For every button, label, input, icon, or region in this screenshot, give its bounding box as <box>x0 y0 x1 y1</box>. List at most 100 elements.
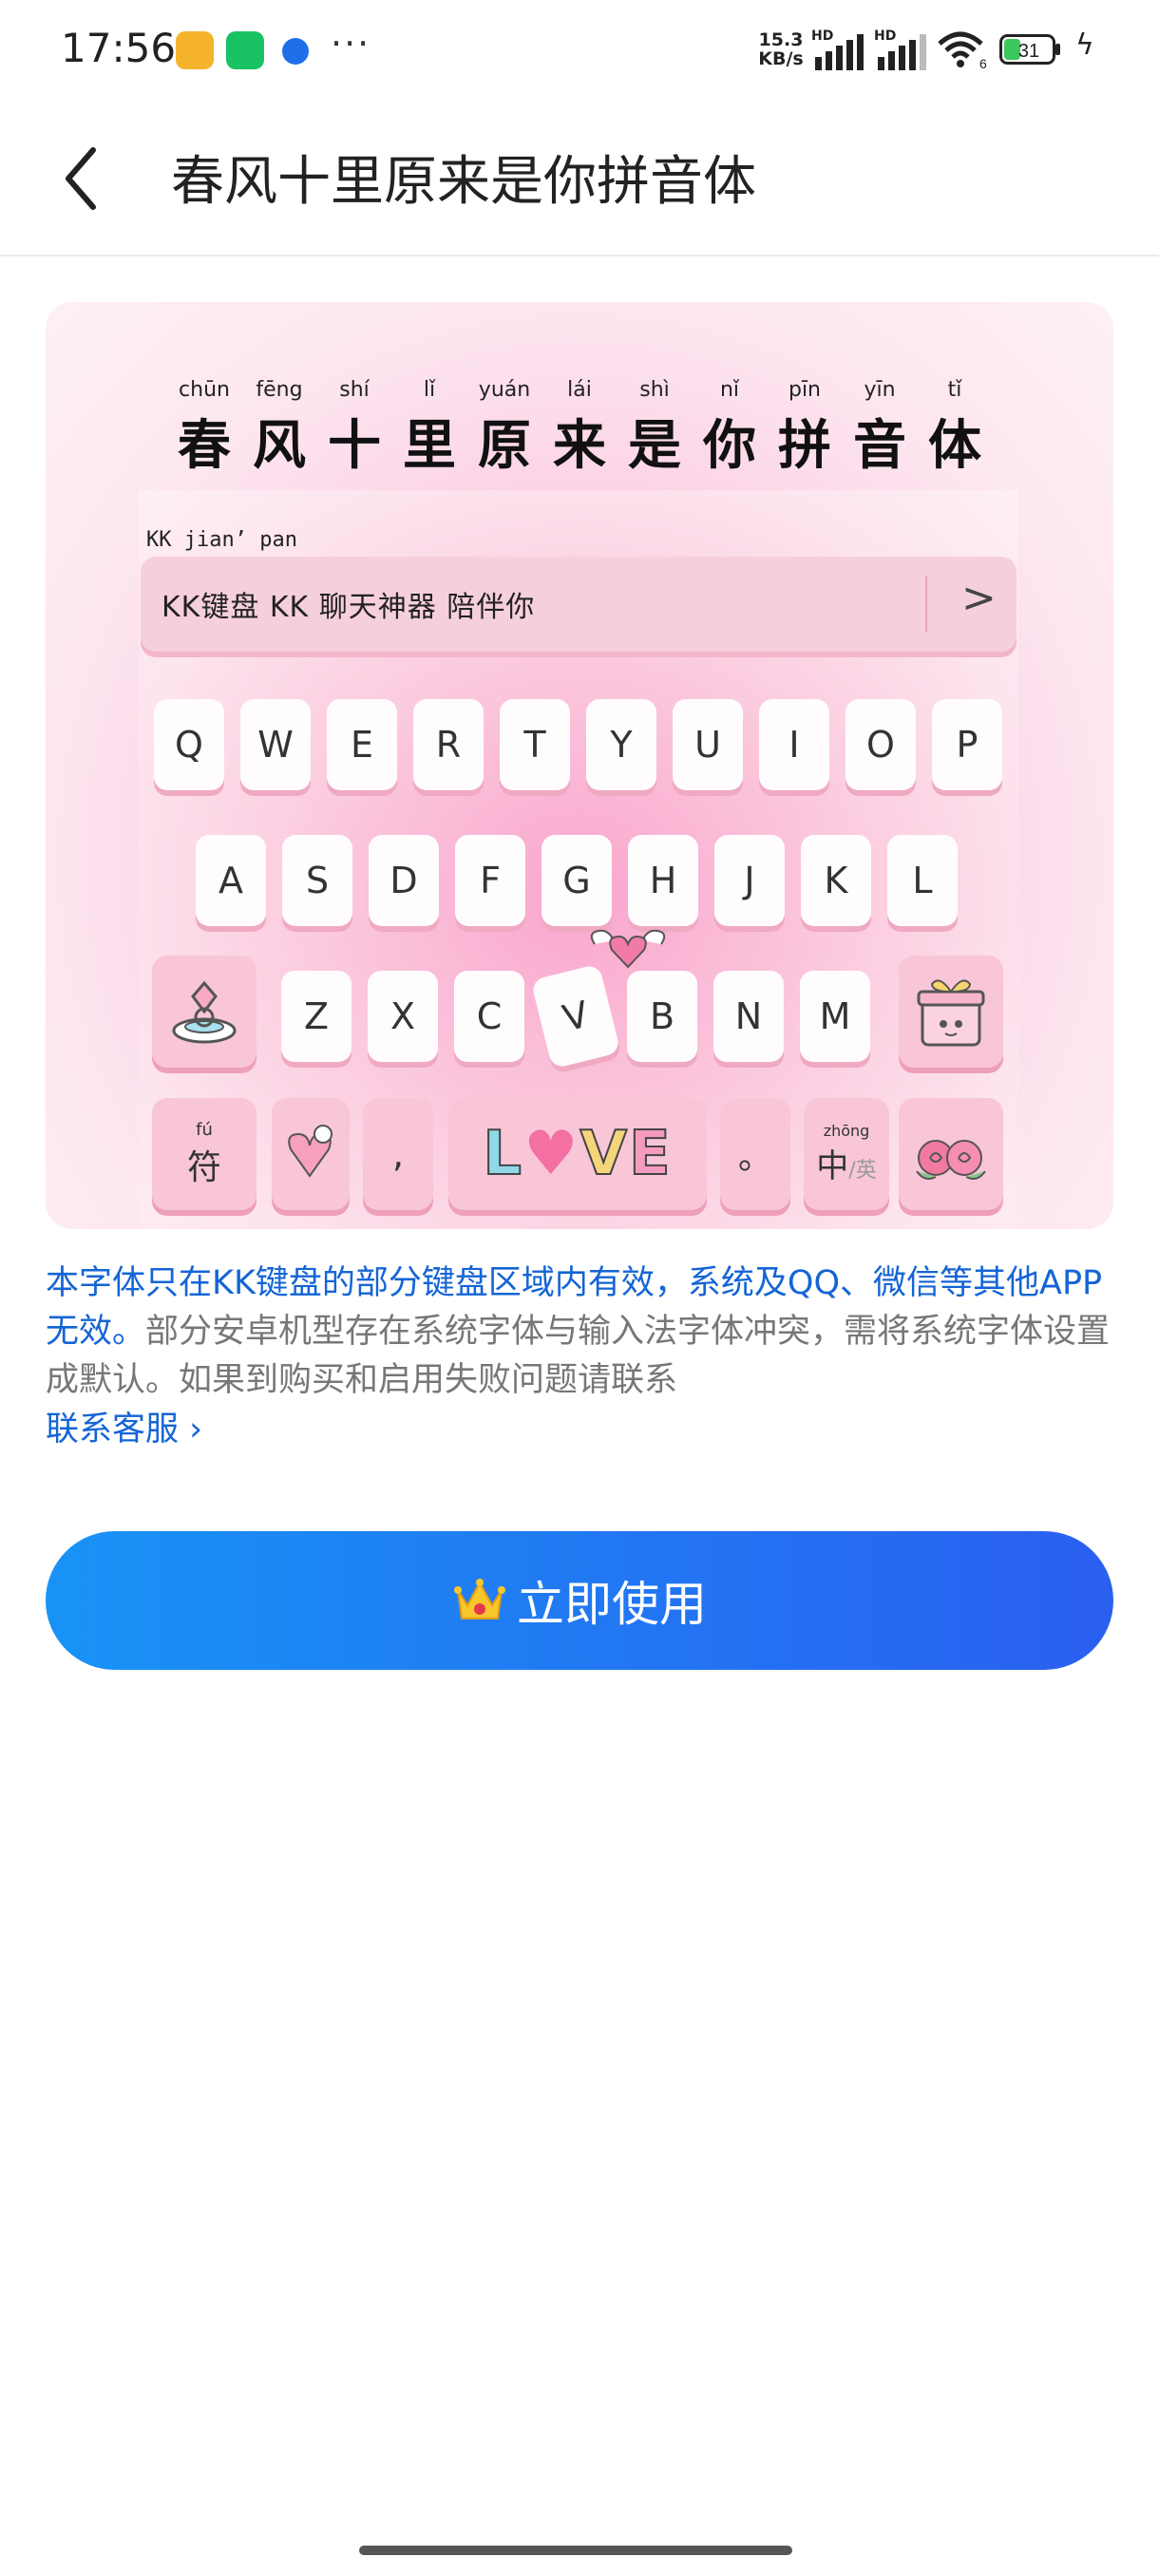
font-preview-image: chūn 春 fēng 风 shí 十 lǐ 里 yuán 原 lái 来 shì 是 nǐ 你 pīn 拼 yīn… <box>46 302 1113 1229</box>
title-char-pinyin: fēng <box>256 378 303 402</box>
font-usage-notice: 本字体只在KK键盘的部分键盘区域内有效，系统及QQ、微信等其他APP无效。部分安… <box>46 1260 1113 1405</box>
svg-text:31: 31 <box>1018 41 1039 62</box>
key-r: R <box>413 699 484 790</box>
more-notifications-icon: ··· <box>331 23 371 65</box>
title-char-pinyin: shì <box>639 378 670 402</box>
key-i: I <box>759 699 829 790</box>
gift-sticker-key <box>899 956 1003 1068</box>
title-char-hanzi: 里 <box>403 414 456 477</box>
key-x: X <box>368 971 438 1062</box>
notice-detail: 部分安卓机型存在系统字体与输入法字体冲突，需将系统字体设置成默认。如果到购买和启… <box>46 1313 1111 1399</box>
candidate-bar: KK键盘 KK 聊天神器 陪伴你 > <box>141 557 1016 652</box>
diamond-ring-icon <box>172 980 237 1044</box>
love-space-label: L♥VE <box>482 1118 673 1190</box>
title-char-hanzi: 春 <box>178 414 231 477</box>
title-char: tǐ 体 <box>918 378 993 480</box>
key-o: O <box>846 699 916 790</box>
title-char-hanzi: 音 <box>853 414 906 477</box>
roses-icon <box>916 1140 986 1180</box>
charging-icon: ϟ <box>1075 28 1094 62</box>
key-m: M <box>800 971 870 1062</box>
battery-icon: 31 <box>999 34 1060 65</box>
title-char: yuán 原 <box>467 378 542 480</box>
title-char-hanzi: 是 <box>628 414 681 477</box>
notes-app-icon <box>176 31 214 69</box>
title-char-pinyin: tǐ <box>947 378 962 402</box>
title-char-pinyin: nǐ <box>719 378 740 402</box>
wifi-icon: 6 <box>938 31 987 70</box>
title-char: yīn 音 <box>843 378 918 480</box>
title-char-pinyin: lái <box>567 378 592 402</box>
status-time: 17:56 <box>61 25 177 71</box>
title-char: nǐ 你 <box>693 378 768 480</box>
crown-icon <box>454 1579 505 1619</box>
contact-support-link[interactable]: 联系客服 › <box>46 1402 202 1450</box>
key-s: S <box>282 835 352 926</box>
title-char: shì 是 <box>618 378 693 480</box>
app-header: 春风十里原来是你拼音体 <box>0 104 1159 256</box>
key-d: D <box>369 835 439 926</box>
title-char: lǐ 里 <box>392 378 467 480</box>
svg-text:6: 6 <box>979 56 987 70</box>
chevron-right-icon: > <box>961 574 997 622</box>
messaging-app-icon <box>226 31 264 69</box>
title-char: fēng 风 <box>242 378 317 480</box>
title-char-hanzi: 风 <box>253 414 306 477</box>
title-char: pīn 拼 <box>768 378 843 480</box>
key-h: H <box>628 835 698 926</box>
compose-text: KK jian’ pan <box>146 528 297 552</box>
title-char-hanzi: 体 <box>928 414 981 477</box>
key-g: G <box>542 835 612 926</box>
page-title: 春风十里原来是你拼音体 <box>171 151 756 213</box>
title-char: chūn 春 <box>167 378 242 480</box>
title-char-hanzi: 来 <box>553 414 606 477</box>
status-bar: 17:56 ··· 15.3 KB/s HD HD 6 31 ϟ <box>0 0 1159 104</box>
key-t: T <box>500 699 570 790</box>
key-a: A <box>196 835 266 926</box>
language-switch-key: zhōng 中/英 <box>804 1098 889 1210</box>
key-n: N <box>713 971 784 1062</box>
space-key: L♥VE <box>448 1098 707 1210</box>
title-char-pinyin: yuán <box>478 378 531 402</box>
title-char-hanzi: 拼 <box>778 414 831 477</box>
period-key: 。 <box>720 1098 790 1210</box>
network-speed: 15.3 KB/s <box>758 29 804 69</box>
preview-title: chūn 春 fēng 风 shí 十 lǐ 里 yuán 原 lái 来 shì 是 nǐ 你 pīn 拼 yīn… <box>46 378 1113 480</box>
key-y: Y <box>586 699 656 790</box>
bear-sticker-key <box>272 1098 350 1210</box>
candidate-words: KK键盘 KK 聊天神器 陪伴你 <box>162 591 536 624</box>
title-char: lái 来 <box>542 378 618 480</box>
browser-app-icon <box>282 38 309 65</box>
key-v: V <box>530 963 621 1070</box>
rose-sticker-key <box>899 1098 1003 1210</box>
symbol-key: fú 符 <box>152 1098 256 1210</box>
comma-key: , <box>363 1098 433 1210</box>
cellular-signal-2-icon: HD <box>872 28 929 70</box>
title-char-pinyin: lǐ <box>423 378 436 402</box>
key-k: K <box>801 835 871 926</box>
key-c: C <box>454 971 524 1062</box>
winged-heart-icon <box>590 929 666 969</box>
title-char-hanzi: 原 <box>478 414 531 477</box>
title-char-hanzi: 十 <box>328 414 381 477</box>
key-f: F <box>455 835 525 926</box>
cellular-signal-icon: HD <box>809 28 866 70</box>
gift-box-icon <box>917 979 985 1047</box>
back-arrow-icon[interactable] <box>55 141 112 217</box>
title-char-pinyin: yīn <box>864 378 896 402</box>
key-e: E <box>327 699 397 790</box>
home-indicator[interactable] <box>359 2546 792 2555</box>
key-z: Z <box>281 971 352 1062</box>
title-char-pinyin: shí <box>339 378 370 402</box>
use-now-button[interactable]: 立即使用 <box>46 1531 1113 1670</box>
title-char: shí 十 <box>317 378 392 480</box>
title-char-hanzi: 你 <box>703 414 756 477</box>
key-q: Q <box>154 699 224 790</box>
title-char-pinyin: chūn <box>179 378 230 402</box>
key-p: P <box>932 699 1002 790</box>
key-w: W <box>240 699 311 790</box>
key-l: L <box>887 835 958 926</box>
key-j: J <box>714 835 785 926</box>
candidate-divider <box>925 576 927 633</box>
key-u: U <box>673 699 743 790</box>
